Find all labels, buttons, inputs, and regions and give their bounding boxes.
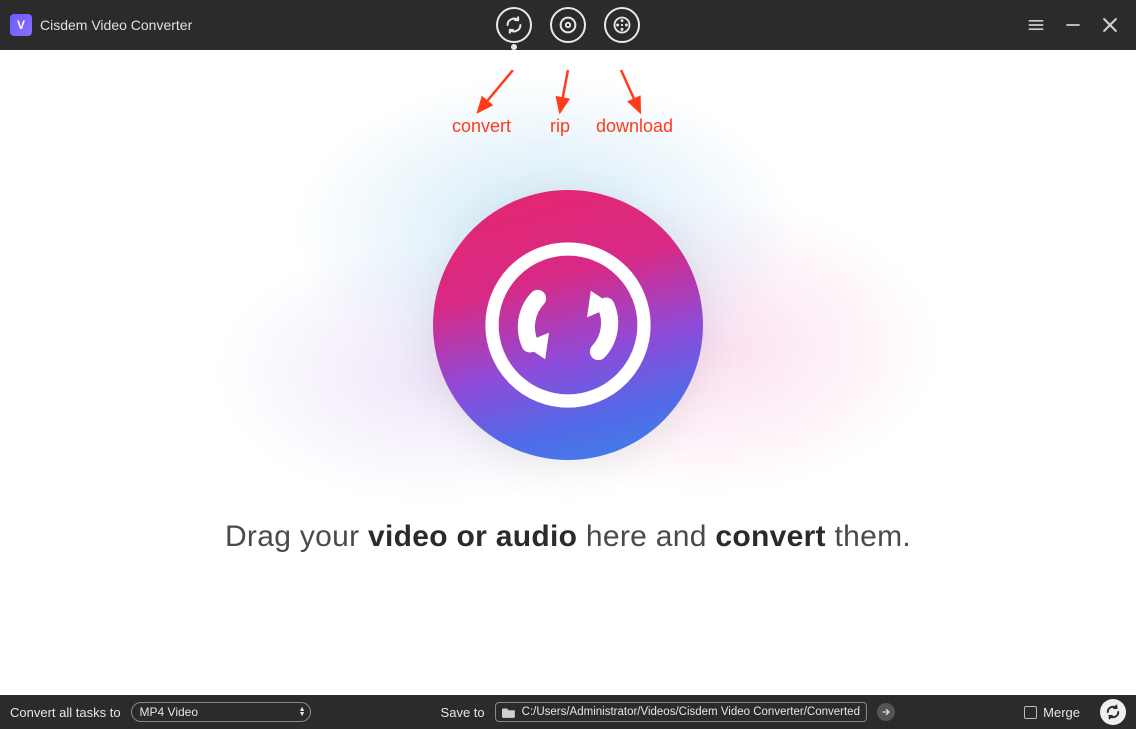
drop-instruction: Drag your video or audio here and conver… <box>225 520 911 554</box>
start-convert-button[interactable] <box>1100 699 1126 725</box>
instruction-bold1: video or audio <box>368 520 577 553</box>
folder-icon <box>502 706 516 718</box>
save-path-field[interactable]: C:/Users/Administrator/Videos/Cisdem Vid… <box>495 702 867 722</box>
annotation-arrows-icon <box>418 70 718 160</box>
close-icon <box>1100 15 1120 35</box>
close-button[interactable] <box>1100 15 1120 35</box>
instruction-bold2: convert <box>715 520 825 553</box>
tab-rip[interactable] <box>550 7 586 43</box>
title-bar: V Cisdem Video Converter <box>0 0 1136 50</box>
film-reel-icon <box>611 14 633 36</box>
minimize-button[interactable] <box>1064 16 1082 34</box>
output-format-value: MP4 Video <box>140 705 198 719</box>
output-format-select[interactable]: MP4 Video ▲▼ <box>131 702 311 722</box>
instruction-post: them. <box>826 520 911 553</box>
tab-convert[interactable] <box>496 7 532 43</box>
open-folder-button[interactable] <box>877 703 895 721</box>
annotation-rip-label: rip <box>550 116 570 137</box>
app-title: Cisdem Video Converter <box>40 17 192 33</box>
minimize-icon <box>1064 16 1082 34</box>
app-logo-icon: V <box>10 14 32 36</box>
annotation-download-label: download <box>596 116 673 137</box>
tab-download[interactable] <box>604 7 640 43</box>
arrow-right-icon <box>881 707 891 717</box>
disc-icon <box>557 14 579 36</box>
hamburger-icon <box>1026 15 1046 35</box>
select-arrows-icon: ▲▼ <box>299 707 306 717</box>
instruction-pre: Drag your <box>225 520 368 553</box>
convert-all-label: Convert all tasks to <box>10 705 121 720</box>
bottom-bar: Convert all tasks to MP4 Video ▲▼ Save t… <box>0 695 1136 729</box>
annotation-overlay: convert rip download <box>418 70 718 160</box>
merge-label: Merge <box>1043 705 1080 720</box>
instruction-mid: here and <box>577 520 715 553</box>
menu-button[interactable] <box>1026 15 1046 35</box>
merge-checkbox[interactable] <box>1024 706 1037 719</box>
convert-hero-icon <box>473 230 663 420</box>
save-path-text: C:/Users/Administrator/Videos/Cisdem Vid… <box>522 706 860 718</box>
save-to-label: Save to <box>441 705 485 720</box>
convert-hero-circle <box>433 190 703 460</box>
convert-small-icon <box>1104 703 1122 721</box>
annotation-convert-label: convert <box>452 116 511 137</box>
drop-zone[interactable]: convert rip download Drag your video or … <box>0 50 1136 695</box>
convert-icon <box>503 14 525 36</box>
mode-tabs <box>496 0 640 50</box>
